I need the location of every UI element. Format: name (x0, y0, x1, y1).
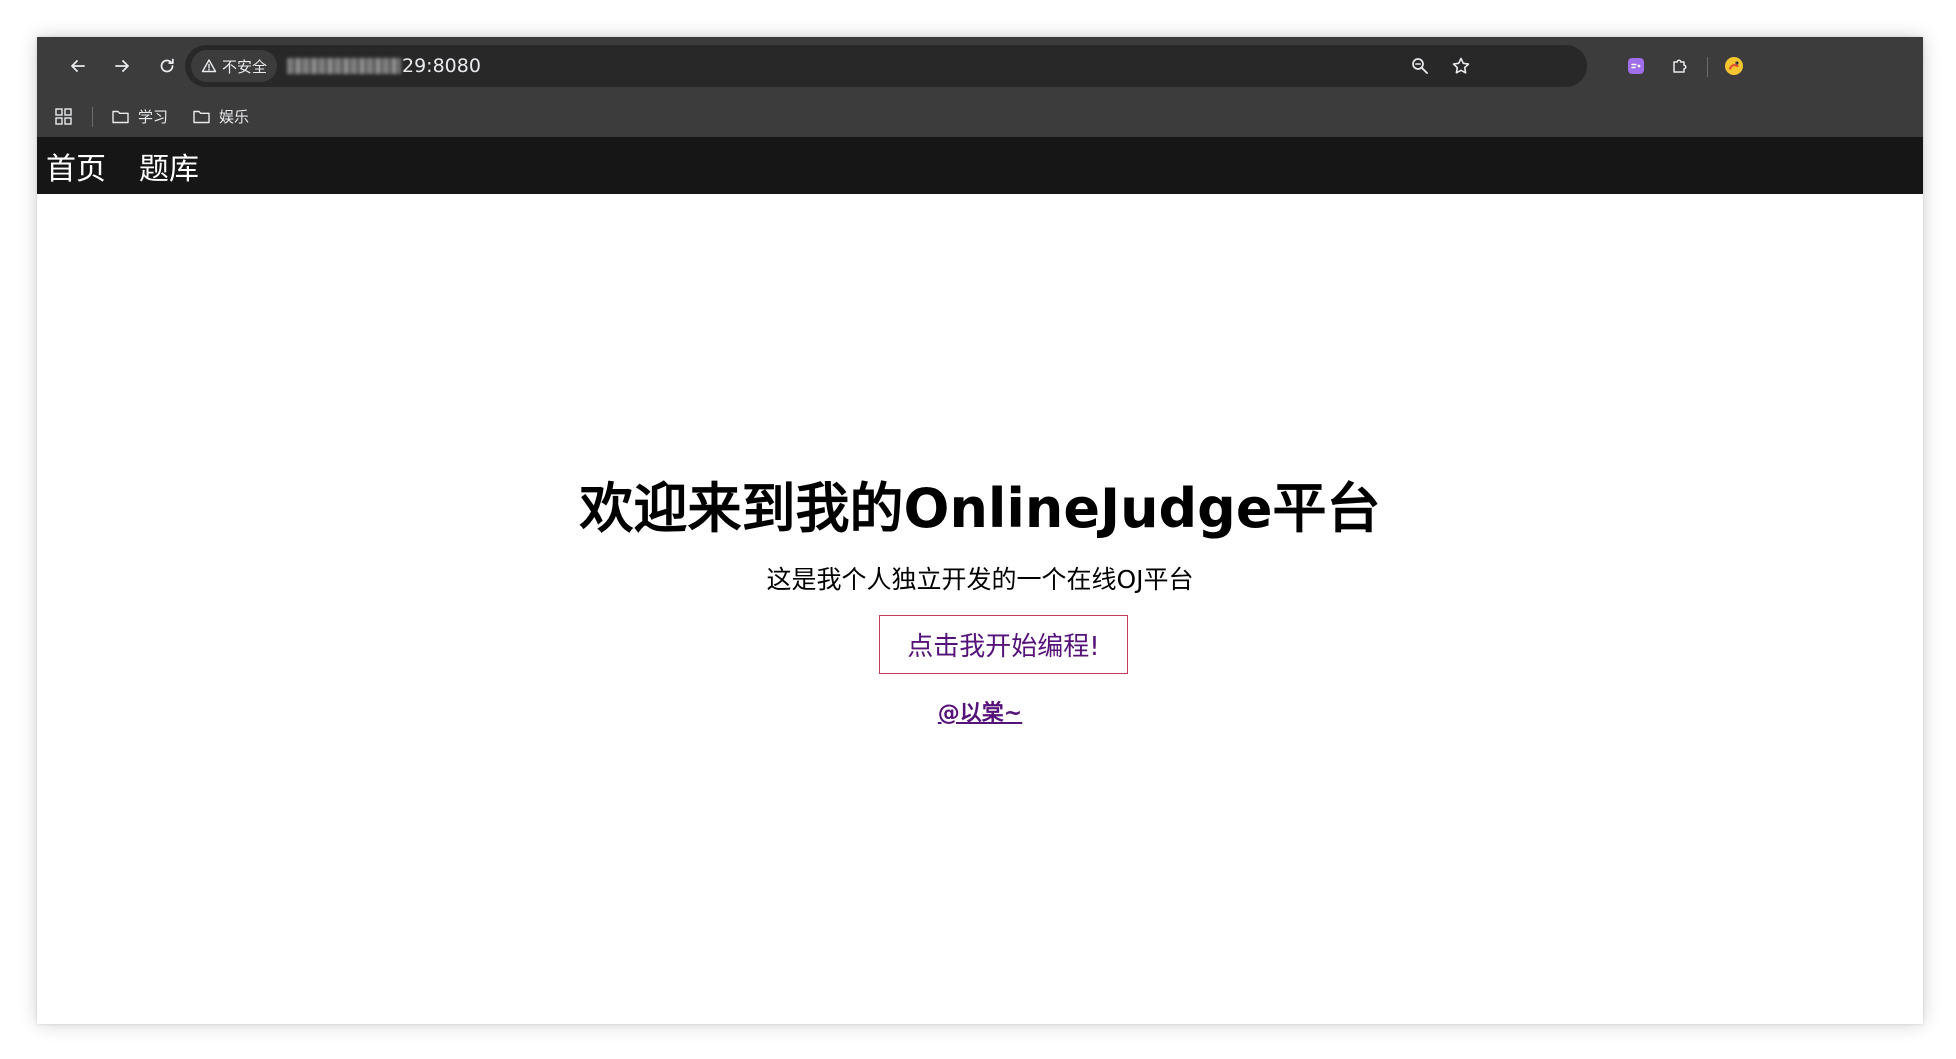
bookmark-folder-study[interactable]: 学习 (111, 103, 168, 129)
forward-button[interactable] (105, 49, 139, 83)
start-coding-button[interactable]: 点击我开始编程! (879, 615, 1128, 674)
bookmark-star-button[interactable] (1449, 54, 1473, 78)
browser-window: 不安全 29:8080 学习 娱乐 首页 题库 欢迎来到我的OnlineJudg… (37, 37, 1923, 1024)
folder-icon (193, 110, 210, 123)
security-label: 不安全 (222, 57, 268, 76)
profile-button[interactable] (1717, 49, 1751, 83)
bookmark-label: 娱乐 (219, 107, 250, 126)
back-button[interactable] (61, 49, 95, 83)
toolbar-divider (1707, 57, 1708, 77)
bookmarks-bar: 学习 娱乐 (37, 96, 1923, 137)
browser-toolbar: 不安全 29:8080 (37, 37, 1923, 96)
arrow-right-icon (115, 60, 129, 72)
apps-grid-icon (55, 107, 72, 125)
site-info-chip[interactable]: 不安全 (191, 50, 278, 82)
site-navbar: 首页 题库 (37, 137, 1923, 194)
folder-icon (112, 110, 129, 123)
bookmark-folder-entertainment[interactable]: 娱乐 (192, 103, 249, 129)
warning-icon (201, 59, 217, 73)
page-subtitle: 这是我个人独立开发的一个在线OJ平台 (766, 565, 1194, 594)
bookmarks-divider (92, 107, 93, 127)
extensions-menu-button[interactable] (1663, 49, 1697, 83)
puzzle-icon (1673, 59, 1687, 73)
extension-app-icon (1628, 58, 1644, 74)
url-port: 29:8080 (402, 55, 481, 77)
address-bar[interactable]: 不安全 29:8080 (185, 45, 1587, 87)
zoom-button[interactable] (1408, 54, 1432, 78)
author-link[interactable]: @以棠~ (938, 701, 1022, 726)
url-text[interactable]: 29:8080 (287, 45, 481, 87)
page-title: 欢迎来到我的OnlineJudge平台 (579, 477, 1381, 540)
apps-button[interactable] (54, 103, 73, 129)
star-icon (1452, 57, 1470, 74)
reload-icon (160, 58, 174, 73)
extension-button[interactable] (1619, 49, 1653, 83)
nav-home-link[interactable]: 首页 (46, 137, 106, 194)
bookmark-label: 学习 (138, 107, 169, 126)
main-content: 欢迎来到我的OnlineJudge平台 这是我个人独立开发的一个在线OJ平台 点… (37, 194, 1923, 1024)
redacted-host (287, 58, 401, 74)
avatar-icon (1725, 57, 1743, 75)
reload-button[interactable] (150, 49, 184, 83)
nav-problem-bank-link[interactable]: 题库 (139, 137, 199, 194)
arrow-left-icon (71, 60, 85, 72)
author-link-container: @以棠~ (37, 695, 1923, 727)
zoom-icon (1412, 58, 1428, 74)
